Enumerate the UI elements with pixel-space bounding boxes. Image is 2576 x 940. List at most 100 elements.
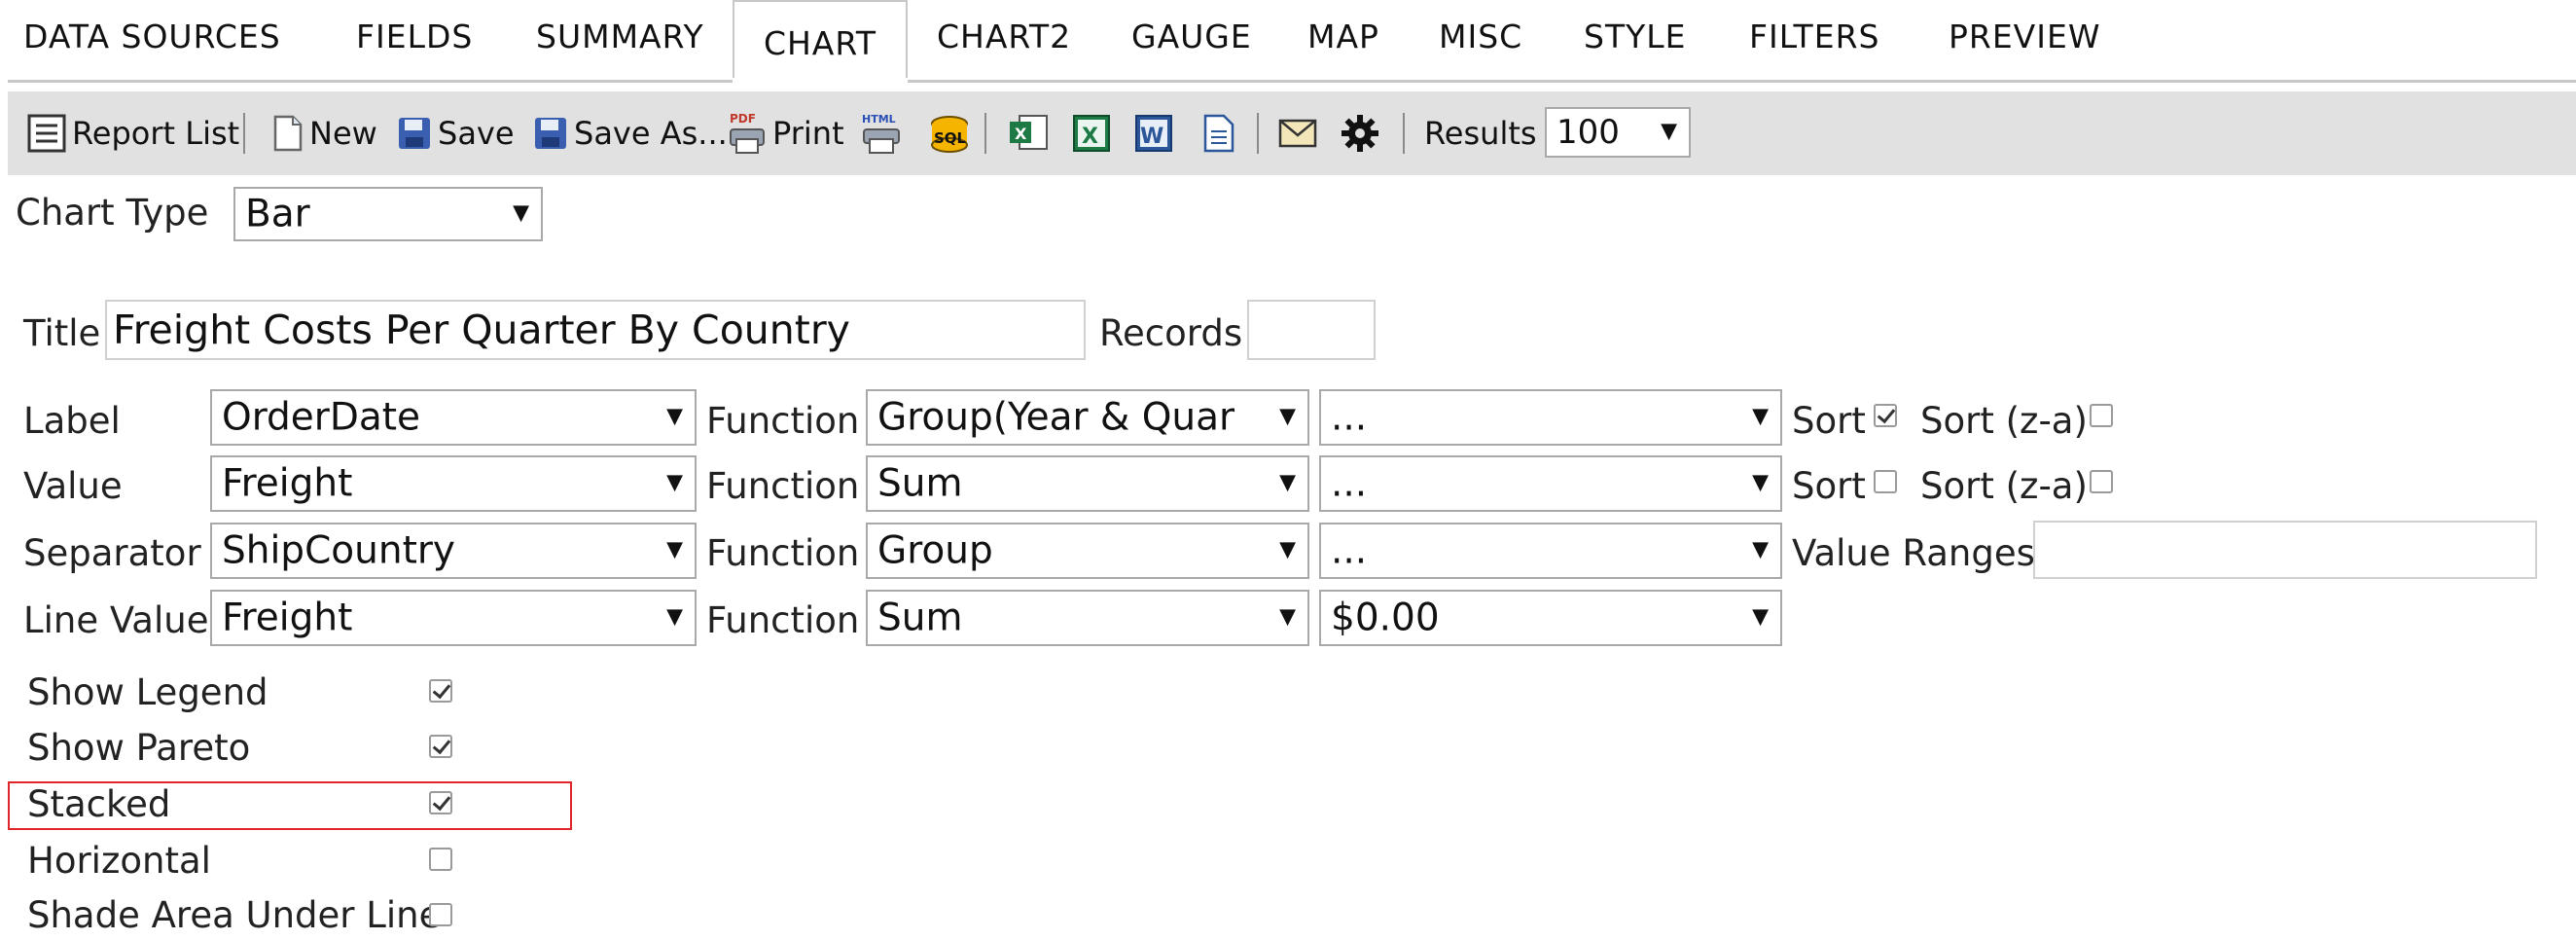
toolbar-separator [243,113,245,154]
tab-style[interactable]: STYLE [1584,18,1687,55]
chevron-down-icon: ▼ [1752,604,1769,630]
line-value-function-value: Sum [877,596,963,640]
chevron-down-icon: ▼ [1661,119,1677,144]
tab-data-sources[interactable]: DATA SOURCES [23,18,281,55]
results-label: Results [1424,115,1537,152]
shade-area-label: Shade Area Under Line [27,894,442,936]
label-function-select[interactable]: Group(Year & Quar ▼ [866,389,1309,446]
tab-bar: DATA SOURCES FIELDS SUMMARY CHART CHART2… [0,0,2576,84]
toolbar-separator [1257,113,1259,154]
results-value: 100 [1556,113,1620,152]
chevron-down-icon: ▼ [1752,404,1769,429]
chevron-down-icon: ▼ [666,537,683,562]
line-value-format-value: $0.00 [1331,596,1440,640]
tab-gauge[interactable]: GAUGE [1131,18,1252,55]
email-button[interactable] [1278,91,1317,175]
line-value-format-select[interactable]: $0.00 ▼ [1319,590,1782,646]
label-sort-za-label: Sort (z-a) [1920,400,2088,442]
tab-bar-divider [8,80,2576,83]
label-sort-label: Sort [1792,400,1866,442]
sql-button[interactable]: SQL [928,91,971,175]
value-ranges-input[interactable] [2033,521,2537,579]
tab-fields[interactable]: FIELDS [356,18,473,55]
value-field-select[interactable]: Freight ▼ [210,455,697,512]
chevron-down-icon: ▼ [666,604,683,630]
value-format-select[interactable]: ... ▼ [1319,455,1782,512]
svg-text:PDF: PDF [730,112,756,126]
new-button[interactable]: New [272,91,377,175]
print-button[interactable]: PDF Print [728,91,844,175]
separator-function-select[interactable]: Group ▼ [866,523,1309,579]
tab-summary[interactable]: SUMMARY [536,18,704,55]
value-function-select[interactable]: Sum ▼ [866,455,1309,512]
show-legend-label: Show Legend [27,671,268,713]
value-sort-checkbox[interactable] [1874,470,1897,493]
html-export-icon: HTML [860,112,903,155]
report-list-button[interactable]: Report List [27,91,239,175]
save-disk-icon [397,116,432,151]
svg-text:SQL: SQL [934,129,967,147]
settings-button[interactable] [1341,91,1379,175]
chevron-down-icon: ▼ [1279,404,1296,429]
save-as-disk-icon [533,116,568,151]
show-legend-checkbox[interactable] [429,679,452,703]
svg-text:W: W [1140,125,1163,149]
value-function-label: Function [706,465,860,507]
separator-format-select[interactable]: ... ▼ [1319,523,1782,579]
word-button[interactable]: W [1134,91,1173,175]
excel-button[interactable]: X [1072,91,1111,175]
separator-field-value: ShipCountry [222,528,455,573]
html-export-button[interactable]: HTML [860,91,903,175]
sql-icon: SQL [928,114,971,153]
tab-map[interactable]: MAP [1307,18,1379,55]
tab-filters[interactable]: FILTERS [1749,18,1879,55]
toolbar-separator [984,113,986,154]
horizontal-checkbox[interactable] [429,848,452,871]
chevron-down-icon: ▼ [1279,470,1296,495]
chart-type-select[interactable]: Bar ▼ [233,187,543,241]
tab-chart2[interactable]: CHART2 [937,18,1071,55]
separator-function-label: Function [706,532,860,574]
value-field-value: Freight [222,461,353,506]
chevron-down-icon: ▼ [666,470,683,495]
line-value-function-select[interactable]: Sum ▼ [866,590,1309,646]
shade-area-checkbox[interactable] [429,903,452,926]
records-label: Records [1099,312,1243,354]
label-sort-za-checkbox[interactable] [2090,404,2113,427]
document-button[interactable] [1202,91,1235,175]
title-input[interactable]: Freight Costs Per Quarter By Country [105,300,1086,360]
title-label: Title [23,312,101,354]
label-sort-checkbox[interactable] [1874,404,1897,427]
tab-preview[interactable]: PREVIEW [1949,18,2100,55]
save-as-button[interactable]: Save As... [533,91,728,175]
save-button[interactable]: Save [397,91,515,175]
value-row-label: Value [23,465,123,507]
show-pareto-checkbox[interactable] [429,735,452,758]
svg-text:X: X [1015,125,1027,143]
new-document-icon [272,115,304,152]
records-input[interactable] [1247,300,1376,360]
line-value-field-select[interactable]: Freight ▼ [210,590,697,646]
tab-misc[interactable]: MISC [1439,18,1522,55]
active-tab-mask [733,78,908,84]
label-field-value: OrderDate [222,395,421,440]
email-icon [1278,119,1317,148]
separator-field-select[interactable]: ShipCountry ▼ [210,523,697,579]
excel-export-button[interactable]: X [1008,91,1049,175]
chevron-down-icon: ▼ [1752,537,1769,562]
word-icon: W [1134,114,1173,153]
chevron-down-icon: ▼ [666,404,683,429]
label-field-select[interactable]: OrderDate ▼ [210,389,697,446]
results-select[interactable]: 100 ▼ [1545,107,1691,158]
new-label: New [309,115,377,152]
print-label: Print [772,115,844,152]
label-format-select[interactable]: ... ▼ [1319,389,1782,446]
toolbar: Report List New Save Save As... PDF Prin… [8,91,2576,175]
chevron-down-icon: ▼ [1279,537,1296,562]
tab-chart[interactable]: CHART [733,0,908,80]
value-sort-za-checkbox[interactable] [2090,470,2113,493]
stacked-checkbox[interactable] [429,791,452,814]
chart-type-label: Chart Type [16,192,209,234]
label-function-value: Group(Year & Quar [877,395,1235,440]
value-sort-label: Sort [1792,465,1866,507]
